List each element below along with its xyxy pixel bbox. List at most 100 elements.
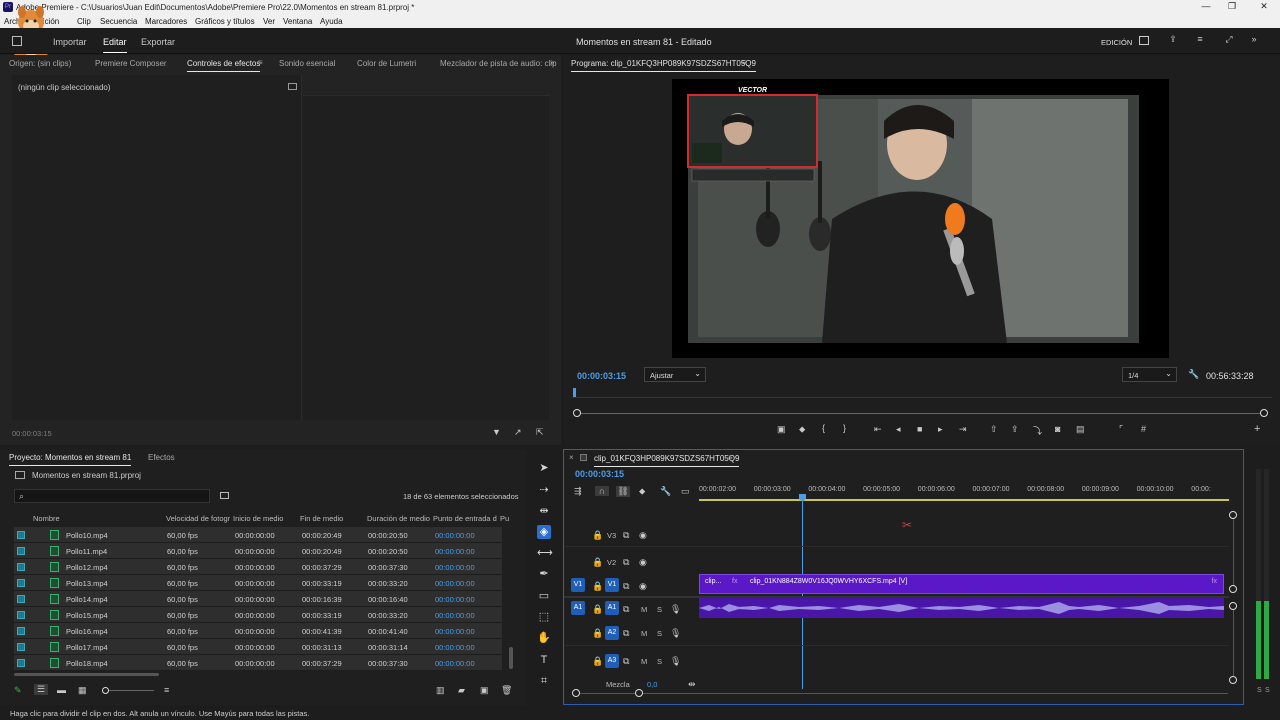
row-in-point[interactable]: 00:00:00:00 bbox=[435, 531, 475, 540]
mic-icon[interactable]: 🎙 bbox=[670, 604, 681, 615]
table-row[interactable]: Pollo18.mp4 60,00 fps 00:00:00:00 00:00:37:… bbox=[14, 655, 502, 671]
table-row[interactable]: Pollo17.mp4 60,00 fps 00:00:00:00 00:00:31:… bbox=[14, 639, 502, 655]
project-search-input[interactable]: ⌕ bbox=[14, 489, 210, 503]
col-fin[interactable]: Fin de medio bbox=[300, 514, 343, 523]
settings-icon[interactable]: ⇱ bbox=[536, 427, 544, 438]
fullscreen-icon[interactable]: ⤢ bbox=[1223, 34, 1235, 45]
lock-icon[interactable]: 🔒 bbox=[592, 581, 603, 592]
camera-icon[interactable]: ◙ bbox=[1055, 424, 1060, 434]
selection-tool-icon[interactable]: ➤ bbox=[537, 461, 551, 475]
menu-marcadores[interactable]: Marcadores bbox=[145, 17, 187, 26]
tab-efectos[interactable]: Efectos bbox=[148, 453, 175, 462]
track-a3-label[interactable]: A3 bbox=[605, 654, 619, 668]
label-color-swatch[interactable] bbox=[17, 547, 25, 555]
row-in-point[interactable]: 00:00:00:00 bbox=[435, 643, 475, 652]
go-to-in-icon[interactable]: ⇤ bbox=[874, 424, 882, 435]
col-velocidad[interactable]: Velocidad de fotogr bbox=[166, 514, 230, 523]
row-in-point[interactable]: 00:00:00:00 bbox=[435, 595, 475, 604]
lock-icon[interactable]: 🔒 bbox=[592, 530, 603, 541]
row-in-point[interactable]: 00:00:00:00 bbox=[435, 563, 475, 572]
work-area-bar[interactable] bbox=[699, 499, 1229, 501]
track-height-handle[interactable] bbox=[1229, 585, 1237, 593]
close-button[interactable]: ✕ bbox=[1256, 1, 1272, 13]
zoom-slider[interactable] bbox=[573, 409, 1268, 418]
tab-proyecto[interactable]: Proyecto: Momentos en stream 81 bbox=[9, 453, 132, 466]
sequence-tab[interactable]: clip_01KFQ3HP089K97SDZS67HT05Q9 bbox=[594, 454, 740, 467]
solo-button[interactable]: S bbox=[657, 605, 662, 614]
close-sequence-icon[interactable]: × bbox=[569, 453, 574, 462]
tab-importar[interactable]: Importar bbox=[53, 37, 87, 47]
eye-icon[interactable]: ◉ bbox=[639, 581, 647, 592]
tab-origen[interactable]: Origen: (sin clips) bbox=[9, 59, 71, 68]
fit-select[interactable]: Ajustar ⌄ bbox=[644, 367, 706, 382]
sync-lock-icon[interactable]: ⧉ bbox=[623, 530, 629, 541]
program-title[interactable]: Programa: clip_01KFQ3HP089K97SDZS67HT05Q… bbox=[571, 59, 756, 72]
sort-icon[interactable]: ≡ bbox=[164, 685, 169, 695]
lock-icon[interactable]: 🔒 bbox=[592, 628, 603, 639]
audio-clip[interactable] bbox=[699, 598, 1224, 618]
label-color-swatch[interactable] bbox=[17, 627, 25, 635]
export-frame-icon[interactable]: ↗ bbox=[514, 427, 522, 438]
sync-lock-icon[interactable]: ⧉ bbox=[623, 656, 629, 667]
maximize-button[interactable]: ❐ bbox=[1224, 1, 1240, 13]
table-row[interactable]: Pollo14.mp4 60,00 fps 00:00:00:00 00:00:16:… bbox=[14, 591, 502, 607]
wrench-icon[interactable]: 🔧 bbox=[1188, 369, 1199, 380]
mix-value[interactable]: 0,0 bbox=[647, 680, 657, 689]
video-clip[interactable]: clip... fx clip_01KN884Z8W0V16JQ0WVHY6XC… bbox=[699, 574, 1224, 594]
share-icon[interactable]: ⇪ bbox=[1167, 34, 1179, 45]
menu-graficos[interactable]: Gráficos y títulos bbox=[195, 17, 255, 26]
track-select-icon[interactable]: ⇢ bbox=[537, 483, 551, 497]
minimize-button[interactable]: — bbox=[1198, 1, 1214, 13]
mark-in-icon[interactable]: { bbox=[822, 423, 825, 433]
row-in-point[interactable]: 00:00:00:00 bbox=[435, 659, 475, 668]
tab-controles-efectos[interactable]: Controles de efectos bbox=[187, 59, 261, 72]
track-height-handle[interactable] bbox=[1229, 602, 1237, 610]
table-row[interactable]: Pollo12.mp4 60,00 fps 00:00:00:00 00:00:37:… bbox=[14, 559, 502, 575]
vertical-scrollbar[interactable] bbox=[509, 647, 513, 669]
filter-icon[interactable]: ▼ bbox=[492, 427, 501, 437]
label-color-swatch[interactable] bbox=[17, 595, 25, 603]
safe-margins-icon[interactable]: ⌜ bbox=[1119, 424, 1123, 435]
program-playhead[interactable] bbox=[573, 388, 577, 397]
video-frame[interactable]: VECTOR bbox=[672, 79, 1169, 358]
mic-icon[interactable]: 🎙 bbox=[670, 628, 681, 639]
insert-icon[interactable]: ⤵ bbox=[1033, 424, 1042, 437]
solo-button[interactable]: S bbox=[657, 629, 662, 638]
solo-button[interactable]: S bbox=[657, 657, 662, 666]
menu-secuencia[interactable]: Secuencia bbox=[100, 17, 137, 26]
menu-ver[interactable]: Ver bbox=[263, 17, 275, 26]
track-v1-label[interactable]: V1 bbox=[605, 578, 619, 592]
sequence-menu-icon[interactable]: ≡ bbox=[728, 453, 733, 462]
mark-out-icon[interactable]: } bbox=[843, 423, 846, 433]
row-in-point[interactable]: 00:00:00:00 bbox=[435, 579, 475, 588]
label-color-swatch[interactable] bbox=[17, 643, 25, 651]
pen-tool-icon[interactable]: ✒ bbox=[537, 567, 551, 581]
new-bin-search-icon[interactable] bbox=[220, 492, 229, 499]
label-color-swatch[interactable] bbox=[17, 579, 25, 587]
table-row[interactable]: Pollo10.mp4 60,00 fps 00:00:00:00 00:00:20:… bbox=[14, 527, 502, 543]
workspace-label[interactable]: EDICIÓN bbox=[1101, 38, 1132, 47]
tab-sonido-esencial[interactable]: Sonido esencial bbox=[279, 59, 335, 68]
workspace-panel-icon[interactable] bbox=[1139, 36, 1149, 45]
eye-icon[interactable]: ◉ bbox=[639, 557, 647, 568]
timeline-settings-icon[interactable]: 🔧 bbox=[660, 486, 671, 497]
menu-ventana[interactable]: Ventana bbox=[283, 17, 312, 26]
step-back-icon[interactable]: ◂ bbox=[896, 424, 901, 435]
panel-menu-icon[interactable]: ≡ bbox=[258, 58, 263, 67]
tab-exportar[interactable]: Exportar bbox=[141, 37, 175, 47]
track-a2-label[interactable]: A2 bbox=[605, 626, 619, 640]
table-row[interactable]: Pollo16.mp4 60,00 fps 00:00:00:00 00:00:41:… bbox=[14, 623, 502, 639]
more-chevron-icon[interactable]: » bbox=[1248, 34, 1260, 44]
compare-icon[interactable]: ▤ bbox=[1076, 424, 1085, 435]
snap-icon[interactable]: ∩ bbox=[595, 486, 609, 496]
tab-color-lumetri[interactable]: Color de Lumetri bbox=[357, 59, 416, 68]
timeline-zoom-bar[interactable] bbox=[572, 689, 1232, 698]
row-in-point[interactable]: 00:00:00:00 bbox=[435, 547, 475, 556]
marker-icon[interactable]: ⬥ bbox=[799, 424, 805, 435]
lift-icon[interactable]: ⇧ bbox=[990, 424, 998, 435]
sync-lock-icon[interactable]: ⧉ bbox=[623, 581, 629, 592]
col-punto-salida[interactable]: Pu bbox=[500, 514, 509, 523]
source-patch-a1[interactable]: A1 bbox=[571, 601, 585, 615]
thumbnail-size-slider[interactable] bbox=[102, 687, 154, 695]
source-patch-v1[interactable]: V1 bbox=[571, 578, 585, 592]
